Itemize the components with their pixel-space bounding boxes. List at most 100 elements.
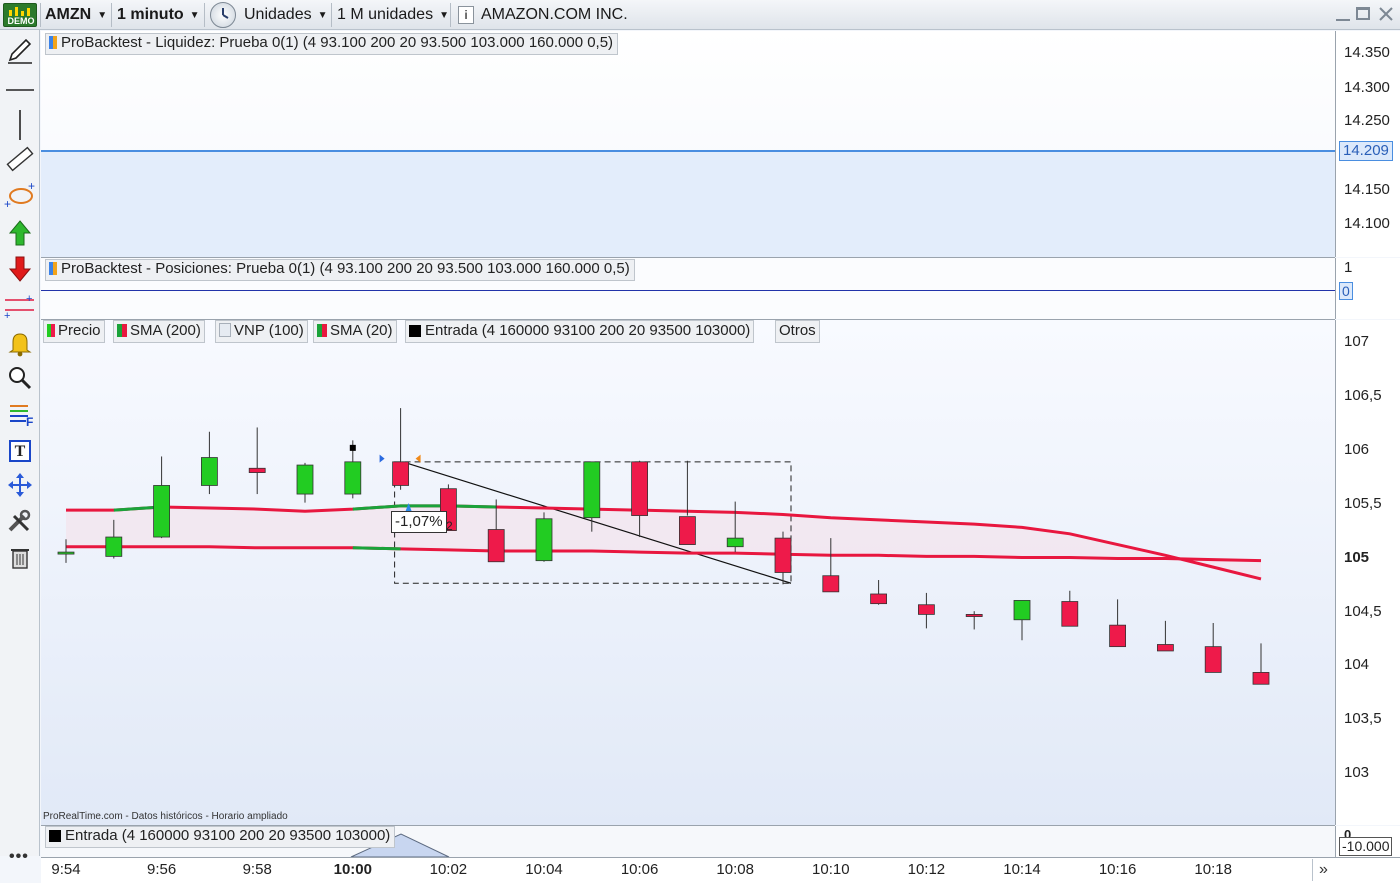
alert-bell-icon[interactable] <box>4 328 36 358</box>
pencil-icon[interactable] <box>4 36 36 66</box>
liquidity-scale[interactable]: 14.350 14.300 14.250 14.150 14.100 14.20… <box>1335 31 1400 257</box>
candle-body <box>918 604 935 615</box>
legend-label: Otros <box>779 322 816 339</box>
entrada-indicator-label[interactable]: Entrada (4 160000 93100 200 20 93500 103… <box>45 826 396 848</box>
scale-tick: 103 <box>1344 764 1370 781</box>
positions-current-value: 0 <box>1339 282 1353 300</box>
measure-label: -1,07% <box>391 511 447 533</box>
entrada-label-text: Entrada (4 160000 93100 200 20 93500 103… <box>65 827 391 844</box>
chevron-down-icon: ▼ <box>439 10 449 21</box>
positions-line <box>41 290 1335 291</box>
units-count-selector[interactable]: 1 M unidades ▼ <box>337 0 449 30</box>
ellipse-tool-icon[interactable]: ++ <box>4 180 36 210</box>
trash-icon[interactable] <box>4 542 36 572</box>
buy-arrow-icon[interactable] <box>4 218 36 248</box>
time-axis-label: 10:10 <box>812 861 850 878</box>
measure-bars: 2 <box>446 519 453 533</box>
scale-tick: 14.300 <box>1344 79 1390 96</box>
liquidity-area <box>41 150 1335 257</box>
close-icon[interactable] <box>1378 6 1394 22</box>
candle-body <box>631 461 648 516</box>
liquidity-label-text: ProBacktest - Liquidez: Prueba 0(1) (4 9… <box>61 34 614 51</box>
scale-tick: 105,5 <box>1344 495 1382 512</box>
units-selector[interactable]: Unidades ▼ <box>244 0 328 30</box>
time-axis-label: 9:56 <box>146 861 177 878</box>
fibonacci-icon[interactable]: F <box>4 398 36 428</box>
scale-tick: 1 <box>1344 259 1353 276</box>
candle-body <box>870 593 887 605</box>
text-tool-icon[interactable]: T <box>9 440 31 462</box>
legend-others-button[interactable]: Otros <box>775 320 820 343</box>
clock-icon[interactable] <box>210 2 236 28</box>
demo-label: DEMO <box>7 16 35 26</box>
minimize-icon[interactable] <box>1336 19 1350 21</box>
scroll-right-button[interactable]: » <box>1312 859 1334 881</box>
positions-label-text: ProBacktest - Posiciones: Prueba 0(1) (4… <box>61 260 630 277</box>
info-icon[interactable]: i <box>458 6 474 24</box>
scale-tick: 106 <box>1344 441 1370 458</box>
legend-sma-20[interactable]: SMA (20) <box>313 320 397 343</box>
price-panel[interactable]: -1,07% 2 ProRealTime.com - Datos históri… <box>41 320 1335 825</box>
channel-tool-icon[interactable]: ++ <box>4 290 36 320</box>
candle-body <box>1252 672 1270 685</box>
legend-price[interactable]: Precio <box>43 320 105 343</box>
candle-body <box>248 467 266 473</box>
timeframe-selector[interactable]: 1 minuto ▼ <box>117 0 200 30</box>
scale-tick: 105 <box>1344 549 1370 566</box>
instrument-name: AMAZON.COM INC. <box>481 6 628 23</box>
time-axis-label: 10:12 <box>907 861 946 878</box>
price-scale[interactable]: 107 106,5 106 105,5 105 104,5 104 103,5 … <box>1335 320 1400 825</box>
symbol-selector[interactable]: AMZN ▼ <box>45 0 107 30</box>
candle-body <box>679 516 696 545</box>
candle-body <box>200 457 218 486</box>
svg-text:+: + <box>4 310 10 320</box>
ruler-icon[interactable] <box>4 144 36 174</box>
scale-tick: 106,5 <box>1344 387 1382 404</box>
chevron-down-icon: ▼ <box>97 10 108 21</box>
candle-body <box>1109 624 1126 648</box>
vertical-line-icon[interactable] <box>4 110 36 140</box>
move-icon[interactable] <box>4 470 36 500</box>
liquidity-current-value: 14.209 <box>1339 141 1393 161</box>
candle-body <box>1157 644 1174 652</box>
entrada-scale[interactable]: 0 -10.000 <box>1335 826 1400 857</box>
chevron-down-icon: ▼ <box>189 10 200 21</box>
candle-body <box>535 518 553 562</box>
time-axis-label: 9:54 <box>51 861 81 878</box>
time-axis-label: 10:14 <box>1003 861 1041 878</box>
liquidity-indicator-label[interactable]: ProBacktest - Liquidez: Prueba 0(1) (4 9… <box>45 33 619 55</box>
positions-indicator-label[interactable]: ProBacktest - Posiciones: Prueba 0(1) (4… <box>45 259 635 281</box>
positions-scale[interactable]: 1 0 <box>1335 258 1400 319</box>
candle-body <box>105 536 123 557</box>
horizontal-line-icon[interactable] <box>4 76 36 106</box>
chevron-down-icon: ▼ <box>317 10 328 21</box>
price-chart[interactable] <box>41 320 1335 825</box>
entrada-current-value: -10.000 <box>1339 837 1393 856</box>
candle-body <box>1204 646 1222 673</box>
svg-text:+: + <box>26 293 32 305</box>
liquidity-panel[interactable]: ProBacktest - Liquidez: Prueba 0(1) (4 9… <box>41 31 1335 257</box>
units-label: Unidades <box>244 6 312 23</box>
legend-label: VNP (100) <box>234 322 304 339</box>
top-toolbar: DEMO AMZN ▼ 1 minuto ▼ Unidades ▼ 1 M unida… <box>0 0 1400 30</box>
time-axis-label: 10:02 <box>429 861 468 878</box>
candle-body <box>726 537 744 548</box>
scale-tick: 14.350 <box>1344 44 1390 61</box>
sell-arrow-icon[interactable] <box>4 254 36 284</box>
time-axis-label: 9:58 <box>242 861 272 878</box>
tools-wrench-icon[interactable] <box>4 506 36 536</box>
svg-text:+: + <box>4 197 11 210</box>
time-axis-label: 10:08 <box>716 861 754 878</box>
candle-body <box>153 485 170 538</box>
positions-panel[interactable]: ProBacktest - Posiciones: Prueba 0(1) (4… <box>41 258 1335 319</box>
svg-text:+: + <box>28 180 35 193</box>
legend-entrada[interactable]: Entrada (4 160000 93100 200 20 93500 103… <box>405 320 755 343</box>
scale-tick: 104,5 <box>1344 603 1382 620</box>
legend-sma-200[interactable]: SMA (200) <box>113 320 205 343</box>
zoom-icon[interactable] <box>4 362 36 392</box>
maximize-icon[interactable] <box>1356 7 1370 20</box>
entrada-panel[interactable]: Entrada (4 160000 93100 200 20 93500 103… <box>41 826 1335 857</box>
more-tools-icon[interactable]: ••• <box>9 848 29 866</box>
scale-tick: 14.250 <box>1344 112 1390 129</box>
legend-vnp-100[interactable]: VNP (100) <box>215 320 308 343</box>
